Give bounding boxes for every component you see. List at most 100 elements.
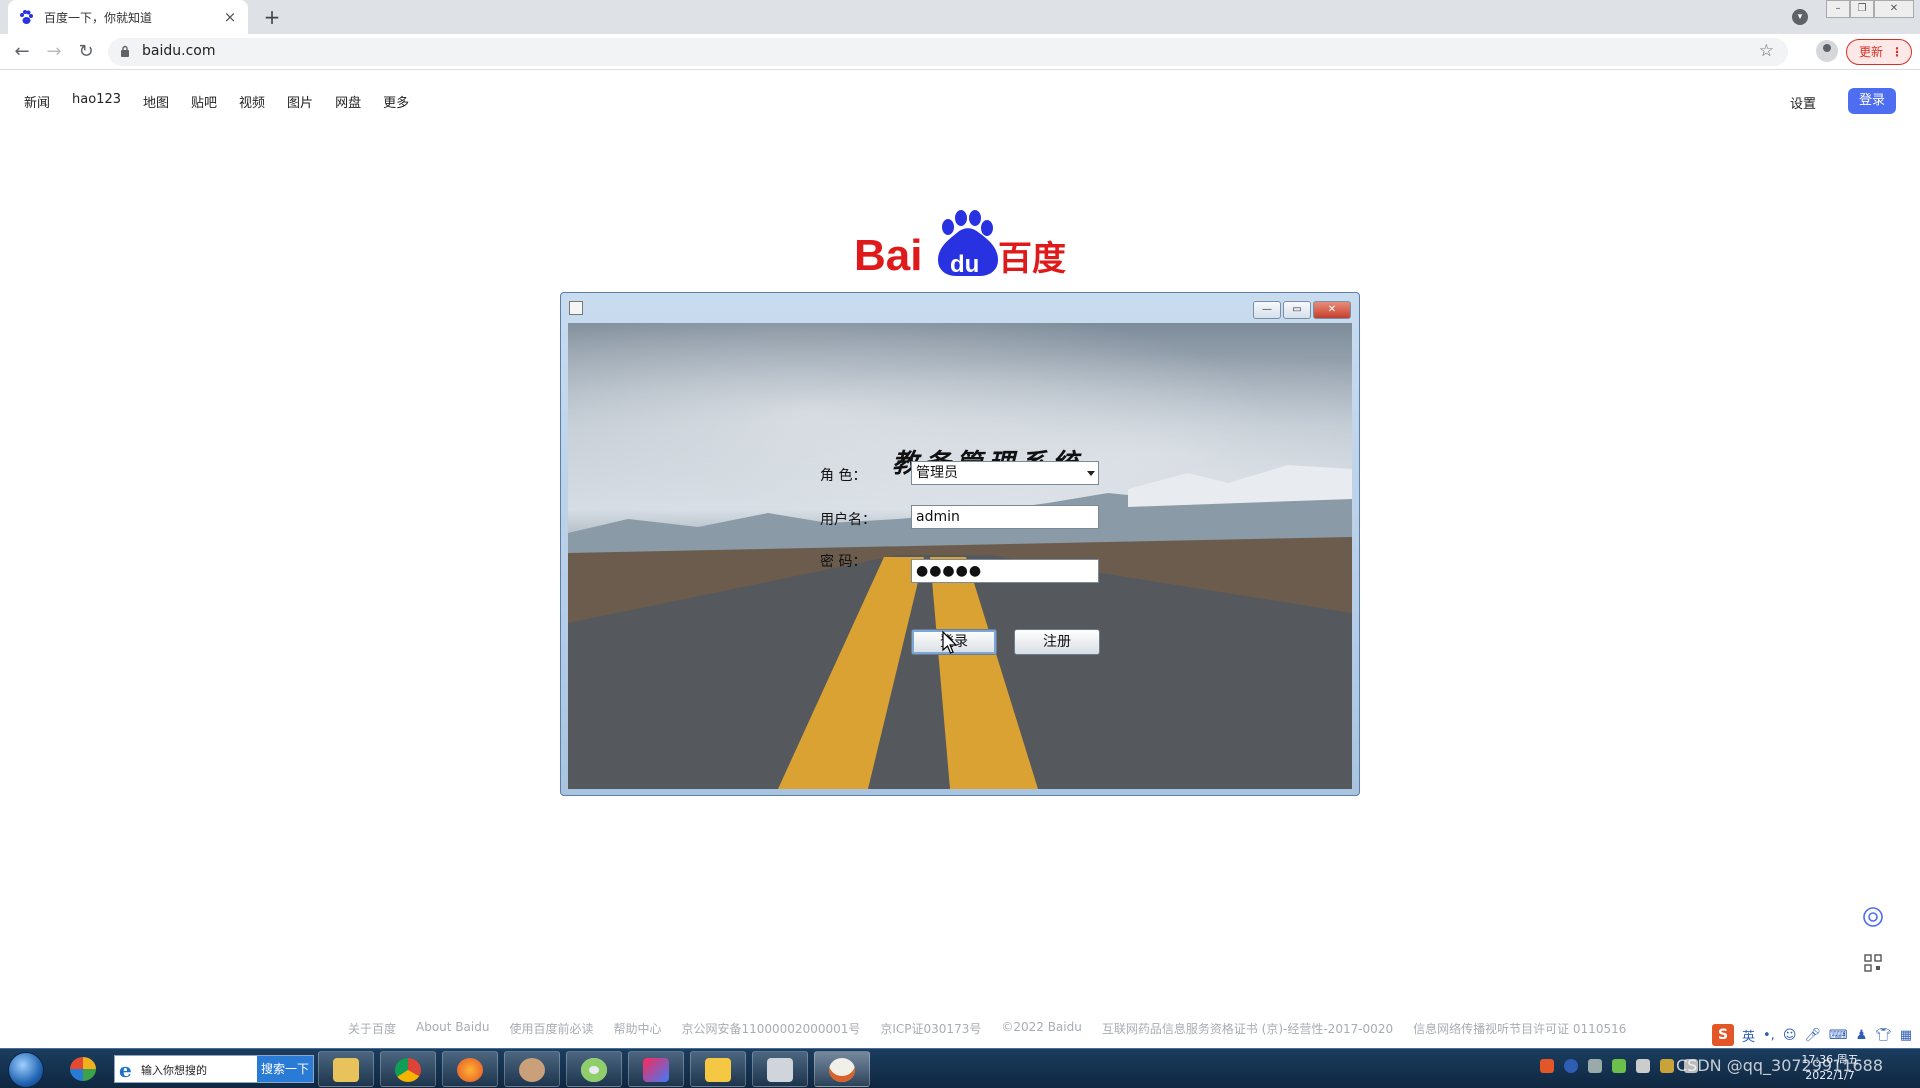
taskbar-intellij-icon[interactable] <box>628 1051 684 1087</box>
java-window-icon <box>569 301 583 315</box>
baidu-login-button[interactable]: 登录 <box>1848 88 1896 114</box>
maximize-button[interactable]: ▭ <box>1283 301 1311 319</box>
update-button[interactable]: 更新 ⋮ <box>1846 39 1912 65</box>
new-tab-button[interactable]: + <box>260 5 284 29</box>
nav-link-tieba[interactable]: 贴吧 <box>191 92 217 111</box>
ime-punct[interactable]: •, <box>1763 1028 1775 1043</box>
footer-link[interactable]: 京公网安备11000002000001号 <box>681 1020 860 1037</box>
taskbar-wechat-icon[interactable] <box>566 1051 622 1087</box>
role-select[interactable]: 管理员 <box>911 461 1099 485</box>
logo-text-bai: Bai <box>854 231 922 280</box>
tab-title: 百度一下，你就知道 <box>44 10 153 25</box>
mouse-cursor-icon <box>942 631 958 654</box>
role-label: 角 色： <box>820 468 867 484</box>
logo-text-du: du <box>950 251 979 278</box>
tray-battery-icon[interactable] <box>1612 1059 1626 1073</box>
tray-network-icon[interactable] <box>1660 1059 1674 1073</box>
lock-icon <box>121 45 129 57</box>
footer-link[interactable]: 关于百度 <box>348 1020 396 1037</box>
taskbar-explorer-icon[interactable] <box>318 1051 374 1087</box>
window-close-icon[interactable]: ✕ <box>1874 0 1914 18</box>
taskbar-program-icon[interactable] <box>752 1051 808 1087</box>
taskbar-folder-icon[interactable] <box>690 1051 746 1087</box>
taskbar-chrome-icon[interactable] <box>380 1051 436 1087</box>
ime-user-icon[interactable]: ♟ <box>1856 1028 1868 1043</box>
ime-toolbar: S 英 •, ☺ 🎤︎ ⌨ ♟ 👕︎ ▦ <box>1712 1024 1912 1046</box>
url-text: baidu.com <box>142 43 216 59</box>
close-button[interactable]: ✕ <box>1313 301 1351 319</box>
tray-help-icon[interactable] <box>1564 1059 1578 1073</box>
ime-skin-icon[interactable]: 👕︎ <box>1875 1028 1892 1043</box>
taskbar-java-icon[interactable] <box>814 1051 870 1087</box>
username-input[interactable]: admin <box>911 505 1099 529</box>
baidu-footer: 关于百度 About Baidu 使用百度前必读 帮助中心 京公网安备11000… <box>348 1020 1626 1037</box>
address-bar[interactable]: baidu.com ☆ <box>108 38 1788 66</box>
tray-expand-icon[interactable] <box>1636 1059 1650 1073</box>
taskbar-firefox-icon[interactable] <box>442 1051 498 1087</box>
dropdown-arrow-icon <box>1087 471 1095 476</box>
password-input[interactable]: ●●●●● <box>911 559 1099 583</box>
csdn-watermark: CSDN @qq_30729911688 <box>1676 1056 1883 1075</box>
settings-link[interactable]: 设置 <box>1790 93 1816 112</box>
browser-tab-baidu[interactable]: 百度一下，你就知道 × <box>8 0 248 34</box>
sogou-logo-icon[interactable]: S <box>1712 1024 1734 1046</box>
footer-link[interactable]: 帮助中心 <box>613 1020 661 1037</box>
username-label: 用户名： <box>820 512 876 528</box>
window-restore-icon[interactable]: ❐ <box>1850 0 1874 18</box>
start-button[interactable] <box>8 1052 44 1088</box>
menu-dots-icon: ⋮ <box>1891 45 1903 59</box>
baidu-logo[interactable]: Bai du 百度 <box>852 208 1068 282</box>
footer-link[interactable]: 使用百度前必读 <box>509 1020 593 1037</box>
qrcode-icon[interactable] <box>1862 952 1884 974</box>
login-window: — ▭ ✕ 教务管理系统 角 色： 管理员 用户名： admin 密 码： ●●… <box>560 292 1360 796</box>
tray-sogou-icon[interactable] <box>1540 1059 1554 1073</box>
ime-tools-icon[interactable]: ▦ <box>1900 1028 1912 1043</box>
footer-link[interactable]: 京ICP证030173号 <box>880 1020 981 1037</box>
nav-link-video[interactable]: 视频 <box>239 92 265 111</box>
taskbar-search-box[interactable]: e 输入你想搜的 搜索一下 <box>114 1055 314 1083</box>
taskbar-search-button[interactable]: 搜索一下 <box>257 1056 313 1082</box>
nav-link-netdisk[interactable]: 网盘 <box>335 92 361 111</box>
login-background-road: 教务管理系统 角 色： 管理员 用户名： admin 密 码： ●●●●● 登录… <box>568 323 1352 789</box>
logo-text-baidu-cn: 百度 <box>998 239 1066 279</box>
password-label: 密 码： <box>820 554 867 570</box>
profile-avatar-icon[interactable] <box>1816 40 1838 62</box>
ime-emoji-icon[interactable]: ☺ <box>1783 1028 1797 1043</box>
tab-search-icon[interactable]: ▾ <box>1792 9 1808 25</box>
windows-taskbar: e 输入你想搜的 搜索一下 17:36 周五 2022/1/7 <box>0 1048 1920 1088</box>
reload-icon[interactable]: ↻ <box>74 40 98 64</box>
back-arrow-icon[interactable]: ← <box>10 40 34 64</box>
taskbar-search-placeholder: 输入你想搜的 <box>141 1064 207 1077</box>
tab-close-icon[interactable]: × <box>222 8 238 26</box>
nav-link-images[interactable]: 图片 <box>287 92 313 111</box>
nav-link-more[interactable]: 更多 <box>383 92 409 111</box>
window-minimize-icon[interactable]: – <box>1826 0 1850 18</box>
browser-tabstrip: 百度一下，你就知道 × + ▾ – ❐ ✕ <box>0 0 1920 34</box>
nav-link-map[interactable]: 地图 <box>143 92 169 111</box>
register-button[interactable]: 注册 <box>1014 629 1100 655</box>
footer-link[interactable]: 信息网络传播视听节目许可证 0110516 <box>1413 1020 1626 1037</box>
side-tools <box>1862 906 1884 978</box>
road-landscape <box>568 465 1352 789</box>
forward-arrow-icon[interactable]: → <box>42 40 66 64</box>
ime-keyboard-icon[interactable]: ⌨ <box>1829 1028 1848 1043</box>
baidu-top-nav: 新闻 hao123 地图 贴吧 视频 图片 网盘 更多 <box>24 92 431 111</box>
role-select-value: 管理员 <box>916 465 958 481</box>
browser-toolbar: ← → ↻ baidu.com ☆ <box>0 34 1920 70</box>
ime-voice-icon[interactable]: 🎤︎ <box>1804 1028 1821 1043</box>
baidu-paw-icon <box>20 10 33 24</box>
update-label: 更新 <box>1859 45 1884 59</box>
bookmark-star-icon[interactable]: ☆ <box>1759 41 1774 61</box>
footer-link[interactable]: About Baidu <box>416 1020 489 1037</box>
ime-mode[interactable]: 英 <box>1742 1026 1755 1045</box>
tray-app-icon[interactable] <box>1588 1059 1602 1073</box>
nav-link-news[interactable]: 新闻 <box>24 92 50 111</box>
minimize-button[interactable]: — <box>1253 301 1281 319</box>
taskbar-avatar-app-icon[interactable] <box>504 1051 560 1087</box>
system-tray <box>1540 1059 1698 1073</box>
footer-link[interactable]: 互联网药品信息服务资格证书 (京)-经营性-2017-0020 <box>1102 1020 1393 1037</box>
taskbar-app-colorful[interactable] <box>56 1051 110 1087</box>
ie-icon: e <box>119 1058 132 1082</box>
feedback-icon[interactable] <box>1862 906 1884 928</box>
nav-link-hao123[interactable]: hao123 <box>72 92 121 111</box>
